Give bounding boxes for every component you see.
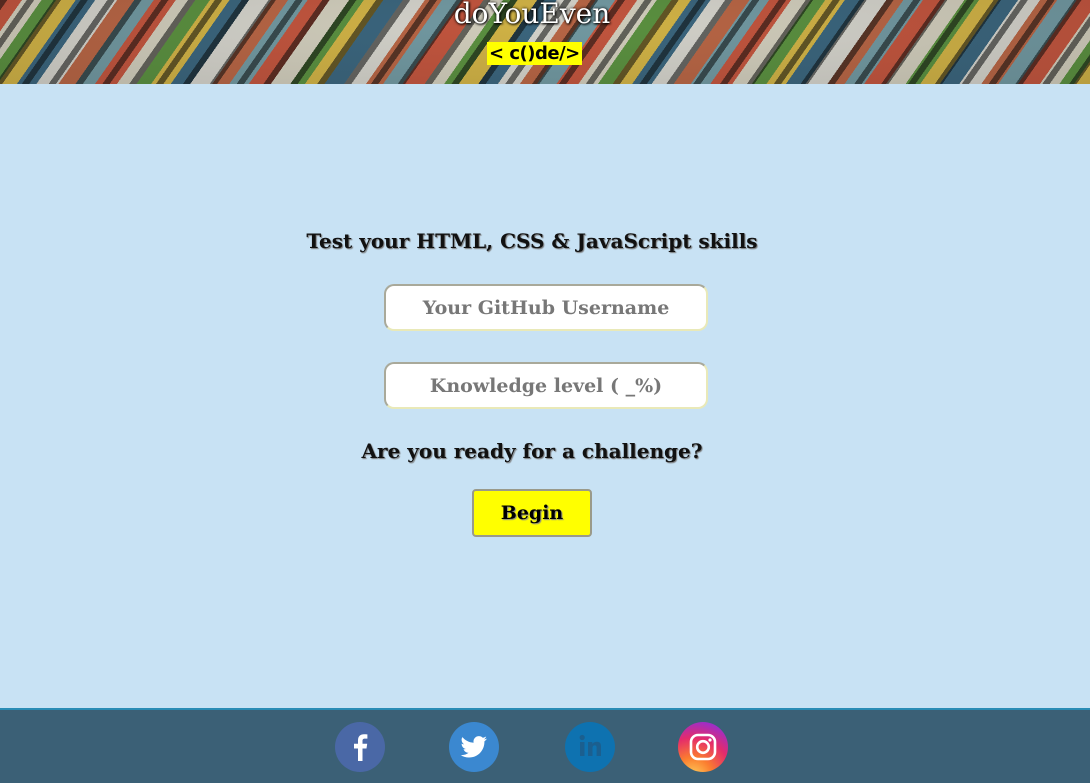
instagram-icon	[689, 733, 717, 761]
site-footer	[0, 708, 1090, 783]
knowledge-level-input[interactable]	[384, 362, 708, 409]
begin-button[interactable]: Begin	[472, 489, 592, 537]
instagram-link[interactable]	[678, 722, 728, 772]
intro-heading: Test your HTML, CSS & JavaScript skills	[306, 229, 758, 253]
twitter-icon	[460, 736, 487, 758]
linkedin-link[interactable]	[565, 722, 615, 772]
site-title: doYouEven	[453, 0, 611, 30]
site-tagline: < c()de/>	[487, 42, 582, 65]
site-header: doYouEven < c()de/>	[0, 0, 1090, 84]
challenge-prompt: Are you ready for a challenge?	[361, 439, 703, 463]
linkedin-icon	[579, 734, 601, 756]
github-username-input[interactable]	[384, 284, 708, 331]
facebook-icon	[354, 734, 368, 761]
facebook-link[interactable]	[335, 722, 385, 772]
twitter-link[interactable]	[449, 722, 499, 772]
